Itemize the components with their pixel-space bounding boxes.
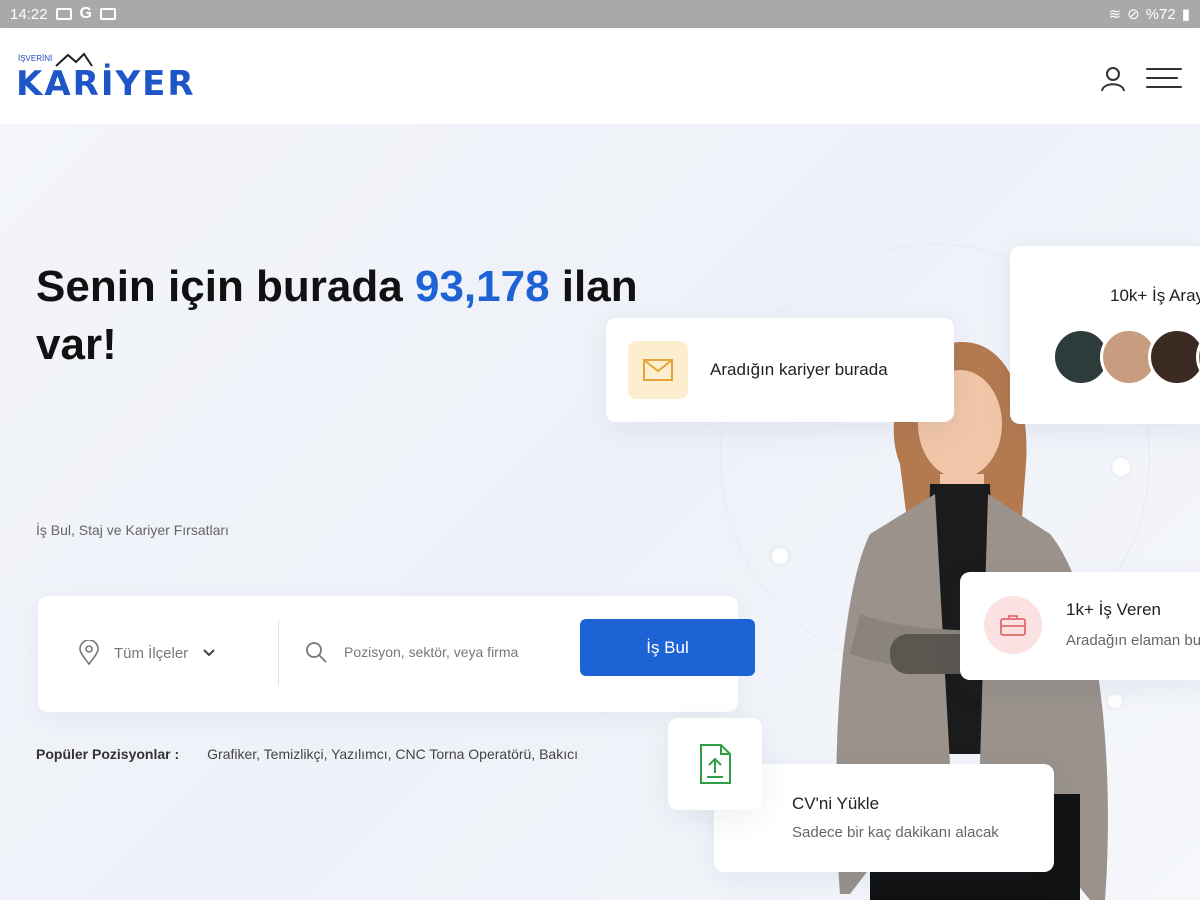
screenshot-icon xyxy=(100,8,116,20)
file-upload-icon xyxy=(700,744,731,784)
upload-cv-title: CV'ni Yükle xyxy=(792,794,880,813)
wifi-icon: ≋ xyxy=(1108,6,1122,23)
chevron-down-icon xyxy=(203,649,215,657)
hero-title-prefix: Senin için burada xyxy=(36,262,415,311)
career-card: Aradığın kariyer burada xyxy=(606,318,954,422)
mail-icon xyxy=(628,341,688,399)
site-header: İŞVERİNİ KARİYER xyxy=(0,28,1200,124)
employers-subtitle: Aradağın elaman burada xyxy=(1066,632,1200,649)
upload-cv-icon-card[interactable] xyxy=(668,718,762,810)
briefcase-icon xyxy=(984,596,1042,654)
user-icon[interactable] xyxy=(1100,66,1126,92)
dnd-icon: ⊘ xyxy=(1127,6,1140,23)
upload-cv-card[interactable]: CV'ni Yükle Sadece bir kaç dakikanı alac… xyxy=(714,764,1054,872)
find-job-button[interactable]: İş Bul xyxy=(580,619,755,676)
popular-positions-label: Popüler Pozisyonlar : xyxy=(36,746,180,762)
career-card-text: Aradığın kariyer burada xyxy=(710,360,888,379)
status-bar: 14:22 G ≋ ⊘ %72 ▮ xyxy=(0,0,1200,28)
status-time: 14:22 xyxy=(10,5,48,23)
battery-level: %72 xyxy=(1145,5,1176,23)
district-select-value: Tüm İlçeler xyxy=(114,644,189,662)
popular-positions-list[interactable]: Grafiker, Temizlikçi, Yazılımcı, CNC Tor… xyxy=(207,746,578,762)
hero-section: Senin için burada 93,178 ilan var! İş Bu… xyxy=(0,124,1200,900)
battery-icon: ▮ xyxy=(1181,6,1190,23)
gallery-icon xyxy=(55,8,72,20)
employers-card: 1k+ İş Veren Aradağın elaman burada xyxy=(960,572,1200,680)
avatar xyxy=(1148,328,1200,386)
location-pin-icon xyxy=(79,640,99,666)
search-divider xyxy=(278,620,279,686)
hero-subtitle: İş Bul, Staj ve Kariyer Fırsatları xyxy=(36,522,229,538)
upload-cv-subtitle: Sadece bir kaç dakikanı alacak xyxy=(792,824,999,841)
search-icon xyxy=(306,642,327,663)
decor-dot xyxy=(772,548,788,564)
hero-ad-count: 93,178 xyxy=(414,262,550,311)
logo[interactable]: İŞVERİNİ KARİYER xyxy=(16,52,194,104)
search-field[interactable]: Pozisyon, sektör, veya firma xyxy=(304,640,518,664)
menu-icon[interactable] xyxy=(1146,68,1182,90)
google-icon: G xyxy=(79,5,92,22)
district-select[interactable]: Tüm İlçeler xyxy=(78,640,216,666)
popular-positions: Popüler Pozisyonlar : Grafiker, Temizlik… xyxy=(36,746,578,762)
logo-text: KARİYER xyxy=(16,64,196,104)
employers-title: 1k+ İş Veren xyxy=(1066,600,1161,619)
job-seekers-card: 10k+ İş Arayan xyxy=(1010,246,1200,424)
logo-small-text: İŞVERİNİ xyxy=(18,54,53,63)
search-input-placeholder: Pozisyon, sektör, veya firma xyxy=(344,644,519,660)
job-seekers-text: 10k+ İş Arayan xyxy=(1110,286,1200,305)
hero-title: Senin için burada 93,178 ilan var! xyxy=(36,258,656,374)
